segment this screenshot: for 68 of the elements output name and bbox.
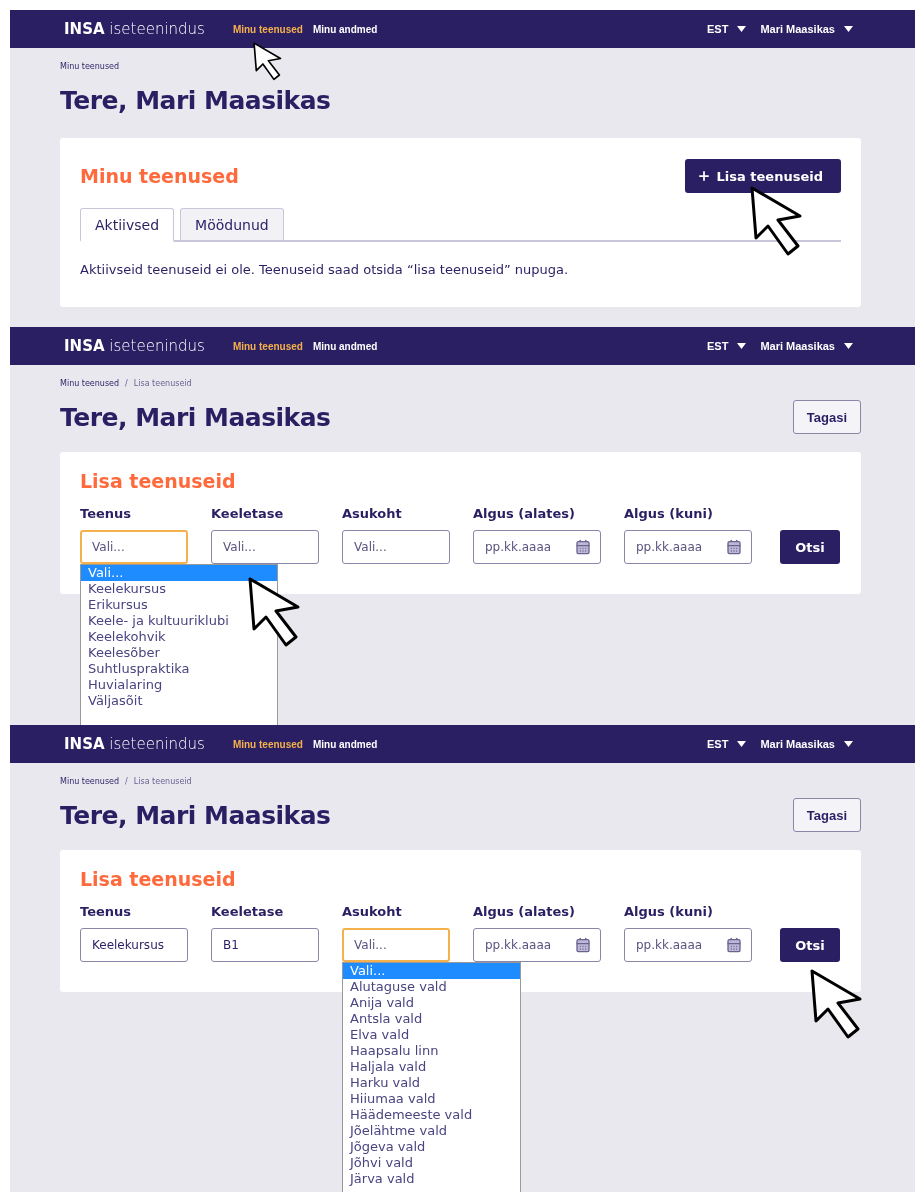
pointer-cursor-icon bbox=[253, 42, 284, 82]
user-menu[interactable]: Mari Maasikas bbox=[760, 23, 853, 35]
card-heading: Minu teenused bbox=[80, 165, 239, 187]
breadcrumb-separator: / bbox=[125, 776, 128, 786]
calendar-icon bbox=[726, 937, 742, 953]
nav-link[interactable]: Minu andmed bbox=[312, 340, 378, 352]
language-menu[interactable]: EST bbox=[707, 23, 747, 35]
breadcrumb-link[interactable]: Minu teenused bbox=[60, 776, 120, 786]
nav-link[interactable]: Minu andmed bbox=[312, 738, 378, 750]
tab[interactable]: Aktiivsed bbox=[80, 208, 175, 242]
field-label: Algus (alates) bbox=[473, 904, 576, 919]
date-field[interactable]: pp.kk.aaaa bbox=[473, 928, 601, 962]
date-field[interactable]: pp.kk.aaaa bbox=[624, 530, 752, 564]
user-menu[interactable]: Mari Maasikas bbox=[760, 738, 853, 750]
empty-message: Aktiivseid teenuseid ei ole. Teenuseid saad otsida “lisa teenuseid” nupuga. bbox=[80, 262, 570, 277]
breadcrumb-separator: / bbox=[125, 378, 128, 388]
brand-logo[interactable]: INSA iseteenindus bbox=[64, 337, 205, 355]
caret-icon bbox=[737, 343, 747, 349]
field-label: Algus (alates) bbox=[473, 506, 576, 521]
date-field[interactable]: pp.kk.aaaa bbox=[473, 530, 601, 564]
nav-link[interactable]: Minu teenused bbox=[232, 340, 303, 352]
select-field[interactable]: Vali... bbox=[342, 928, 450, 962]
card-heading: Lisa teenuseid bbox=[80, 868, 237, 890]
tab[interactable]: Möödunud bbox=[180, 208, 284, 242]
select-field[interactable]: Keelekursus bbox=[80, 928, 188, 962]
caret-icon bbox=[844, 741, 853, 747]
select-field[interactable]: Vali... bbox=[342, 530, 450, 564]
search-button[interactable]: Otsi bbox=[780, 928, 840, 962]
field-label: Keeletase bbox=[211, 506, 285, 521]
select-field[interactable]: Vali... bbox=[80, 530, 188, 564]
breadcrumb-link[interactable]: Lisa teenuseid bbox=[133, 776, 192, 786]
caret-icon bbox=[844, 26, 853, 32]
breadcrumb-link[interactable]: Lisa teenuseid bbox=[133, 378, 192, 388]
page-title: Tere, Mari Maasikas bbox=[60, 800, 331, 830]
caret-icon bbox=[737, 741, 747, 747]
breadcrumb-link[interactable]: Minu teenused bbox=[60, 61, 120, 71]
field-label: Teenus bbox=[80, 506, 133, 521]
nav-link[interactable]: Minu teenused bbox=[232, 738, 303, 750]
brand-logo[interactable]: INSA iseteenindus bbox=[64, 735, 205, 753]
page-title: Tere, Mari Maasikas bbox=[60, 402, 331, 432]
select-field[interactable]: B1 bbox=[211, 928, 319, 962]
date-field[interactable]: pp.kk.aaaa bbox=[624, 928, 752, 962]
add-services-button[interactable]: Lisa teenuseid bbox=[684, 159, 841, 193]
breadcrumb-link[interactable]: Minu teenused bbox=[60, 378, 120, 388]
nav-link[interactable]: Minu andmed bbox=[312, 23, 378, 35]
back-button[interactable]: Tagasi bbox=[792, 400, 861, 434]
calendar-icon bbox=[726, 539, 742, 555]
field-label: Asukoht bbox=[342, 904, 403, 919]
field-label: Asukoht bbox=[342, 506, 403, 521]
language-menu[interactable]: EST bbox=[707, 738, 747, 750]
page-title: Tere, Mari Maasikas bbox=[60, 85, 331, 115]
calendar-icon bbox=[575, 937, 591, 953]
caret-icon bbox=[844, 343, 853, 349]
language-menu[interactable]: EST bbox=[707, 340, 747, 352]
calendar-icon bbox=[575, 539, 591, 555]
select-field[interactable]: Vali... bbox=[211, 530, 319, 564]
search-button[interactable]: Otsi bbox=[780, 530, 840, 564]
field-label: Teenus bbox=[80, 904, 133, 919]
plus-icon bbox=[696, 169, 711, 183]
caret-icon bbox=[737, 26, 747, 32]
back-button[interactable]: Tagasi bbox=[792, 798, 861, 832]
field-label: Keeletase bbox=[211, 904, 285, 919]
brand-logo[interactable]: INSA iseteenindus bbox=[64, 20, 205, 38]
field-label: Algus (kuni) bbox=[624, 506, 714, 521]
user-menu[interactable]: Mari Maasikas bbox=[760, 340, 853, 352]
card-heading: Lisa teenuseid bbox=[80, 470, 237, 492]
nav-link[interactable]: Minu teenused bbox=[232, 23, 303, 35]
field-label: Algus (kuni) bbox=[624, 904, 714, 919]
